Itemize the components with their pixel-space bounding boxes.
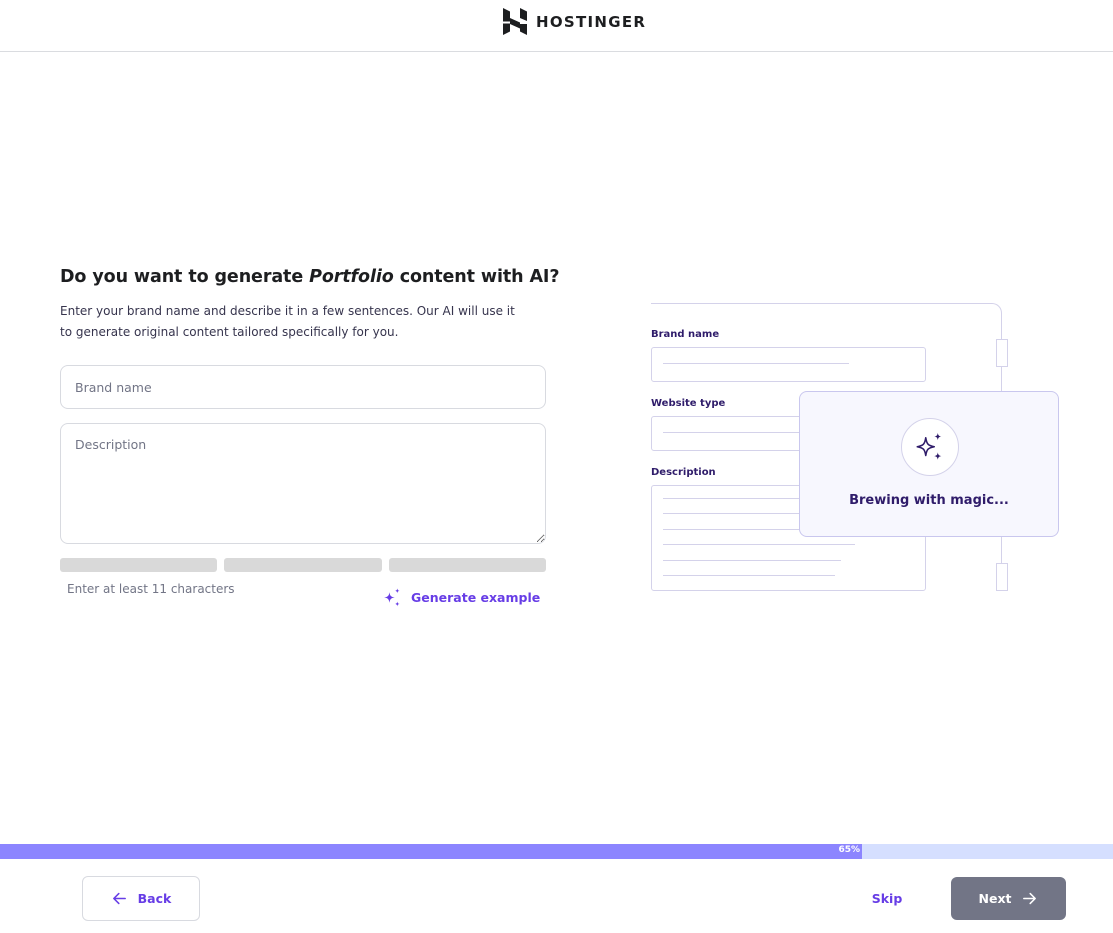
illustration-tab [996, 563, 1008, 591]
back-button[interactable]: Back [82, 876, 200, 921]
header: HOSTINGER [0, 0, 1113, 52]
strength-segment [388, 558, 546, 572]
illustration-line [663, 560, 841, 561]
magic-status-card: Brewing with magic... [799, 391, 1059, 537]
title-prefix: Do you want to generate [60, 267, 310, 287]
magic-status-text: Brewing with magic... [849, 493, 1009, 508]
illustration-line [663, 363, 849, 364]
illustration-website-type-label: Website type [651, 398, 726, 409]
sparkles-icon [384, 587, 400, 606]
back-label: Back [137, 891, 172, 906]
arrow-right-icon [1023, 892, 1037, 905]
next-button[interactable]: Next [951, 877, 1066, 920]
title-suffix: content with AI? [393, 267, 560, 287]
description-strength-meter [60, 558, 546, 572]
strength-segment [60, 558, 218, 572]
illustration-connector [1001, 537, 1002, 563]
progress-label: 65% [838, 845, 860, 855]
hostinger-logo[interactable]: HOSTINGER [503, 8, 646, 35]
character-hint: Enter at least 11 characters [67, 582, 235, 596]
skip-button[interactable]: Skip [862, 876, 912, 921]
ai-illustration: Brand name Website type Description Brew… [648, 300, 1068, 600]
sparkles-icon [916, 432, 942, 460]
description-textarea[interactable] [60, 423, 546, 544]
illustration-line [663, 575, 835, 576]
page-title: Do you want to generate Portfolio conten… [60, 267, 559, 287]
generate-example-label: Generate example [411, 589, 541, 605]
illustration-brand-name-box [651, 347, 926, 382]
page-subtitle: Enter your brand name and describe it in… [60, 304, 515, 339]
illustration-tab [996, 339, 1008, 367]
illustration-brand-name-label: Brand name [651, 329, 720, 340]
progress-fill: 65% [0, 844, 862, 859]
hostinger-logo-icon [503, 8, 527, 35]
logo-text: HOSTINGER [536, 12, 647, 31]
generate-example-button[interactable]: Generate example [382, 586, 540, 608]
strength-segment [224, 558, 382, 572]
magic-icon-circle [901, 418, 959, 476]
arrow-left-icon [112, 892, 126, 905]
onboarding-progress-bar: 65% [0, 844, 1113, 859]
brand-name-input[interactable] [60, 365, 546, 409]
illustration-description-label: Description [651, 467, 716, 478]
illustration-line [663, 544, 855, 545]
title-emphasis: Portfolio [309, 267, 394, 287]
illustration-connector [1001, 367, 1002, 391]
next-label: Next [978, 891, 1012, 906]
